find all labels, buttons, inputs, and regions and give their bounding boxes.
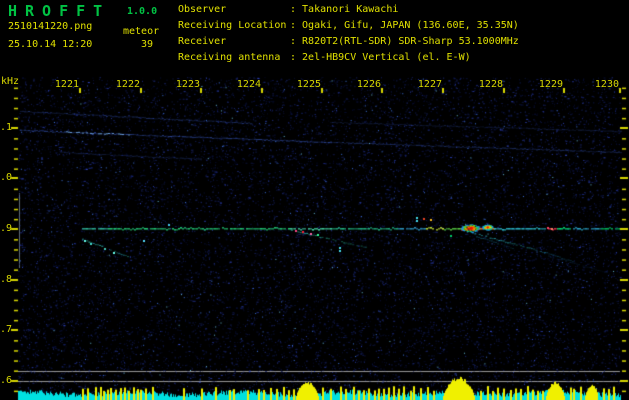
time-label: 1230: [589, 79, 619, 90]
time-label: 1225: [291, 79, 321, 90]
info-label: Receiving Location: [178, 18, 290, 34]
time-label: 1229: [533, 79, 563, 90]
info-value: : Takanori Kawachi: [290, 4, 398, 15]
info-label: Receiving antenna: [178, 50, 290, 66]
info-label: Observer: [178, 2, 290, 18]
time-label: 1224: [231, 79, 261, 90]
info-value: : 2el-HB9CV Vertical (el. E-W): [290, 52, 471, 63]
freq-label: 0.8: [0, 274, 12, 285]
observer-info: Observer: Takanori KawachiReceiving Loca…: [178, 2, 519, 66]
info-row: Receiving antenna: 2el-HB9CV Vertical (e…: [178, 50, 519, 66]
file-name: 2510141220.png: [8, 21, 92, 32]
info-value: : R820T2(RTL-SDR) SDR-Sharp 53.1000MHz: [290, 36, 519, 47]
info-row: Observer: Takanori Kawachi: [178, 2, 519, 18]
freq-label: 1.1: [0, 122, 12, 133]
freq-label: 1.0: [0, 172, 12, 183]
time-label: 1228: [473, 79, 503, 90]
info-value: : Ogaki, Gifu, JAPAN (136.60E, 35.35N): [290, 20, 519, 31]
info-row: Receiving Location: Ogaki, Gifu, JAPAN (…: [178, 18, 519, 34]
freq-unit-label: kHz: [1, 76, 19, 87]
time-label: 1227: [412, 79, 442, 90]
time-label: 1226: [351, 79, 381, 90]
info-row: Receiver: R820T2(RTL-SDR) SDR-Sharp 53.1…: [178, 34, 519, 50]
time-label: 1223: [170, 79, 200, 90]
info-label: Receiver: [178, 34, 290, 50]
app-title: HROFFT: [8, 2, 110, 20]
time-label: 1221: [49, 79, 79, 90]
freq-label: 0.7: [0, 324, 12, 335]
mode-label: meteor: [123, 26, 159, 37]
freq-label: 0.9: [0, 223, 12, 234]
freq-label: 0.6: [0, 375, 12, 386]
time-label: 1222: [110, 79, 140, 90]
datetime: 25.10.14 12:20: [8, 39, 92, 50]
meteor-count: 39: [141, 39, 153, 50]
hrofft-window: HROFFT 1.0.0 2510141220.png meteor 25.10…: [0, 0, 629, 400]
app-version: 1.0.0: [127, 6, 157, 17]
